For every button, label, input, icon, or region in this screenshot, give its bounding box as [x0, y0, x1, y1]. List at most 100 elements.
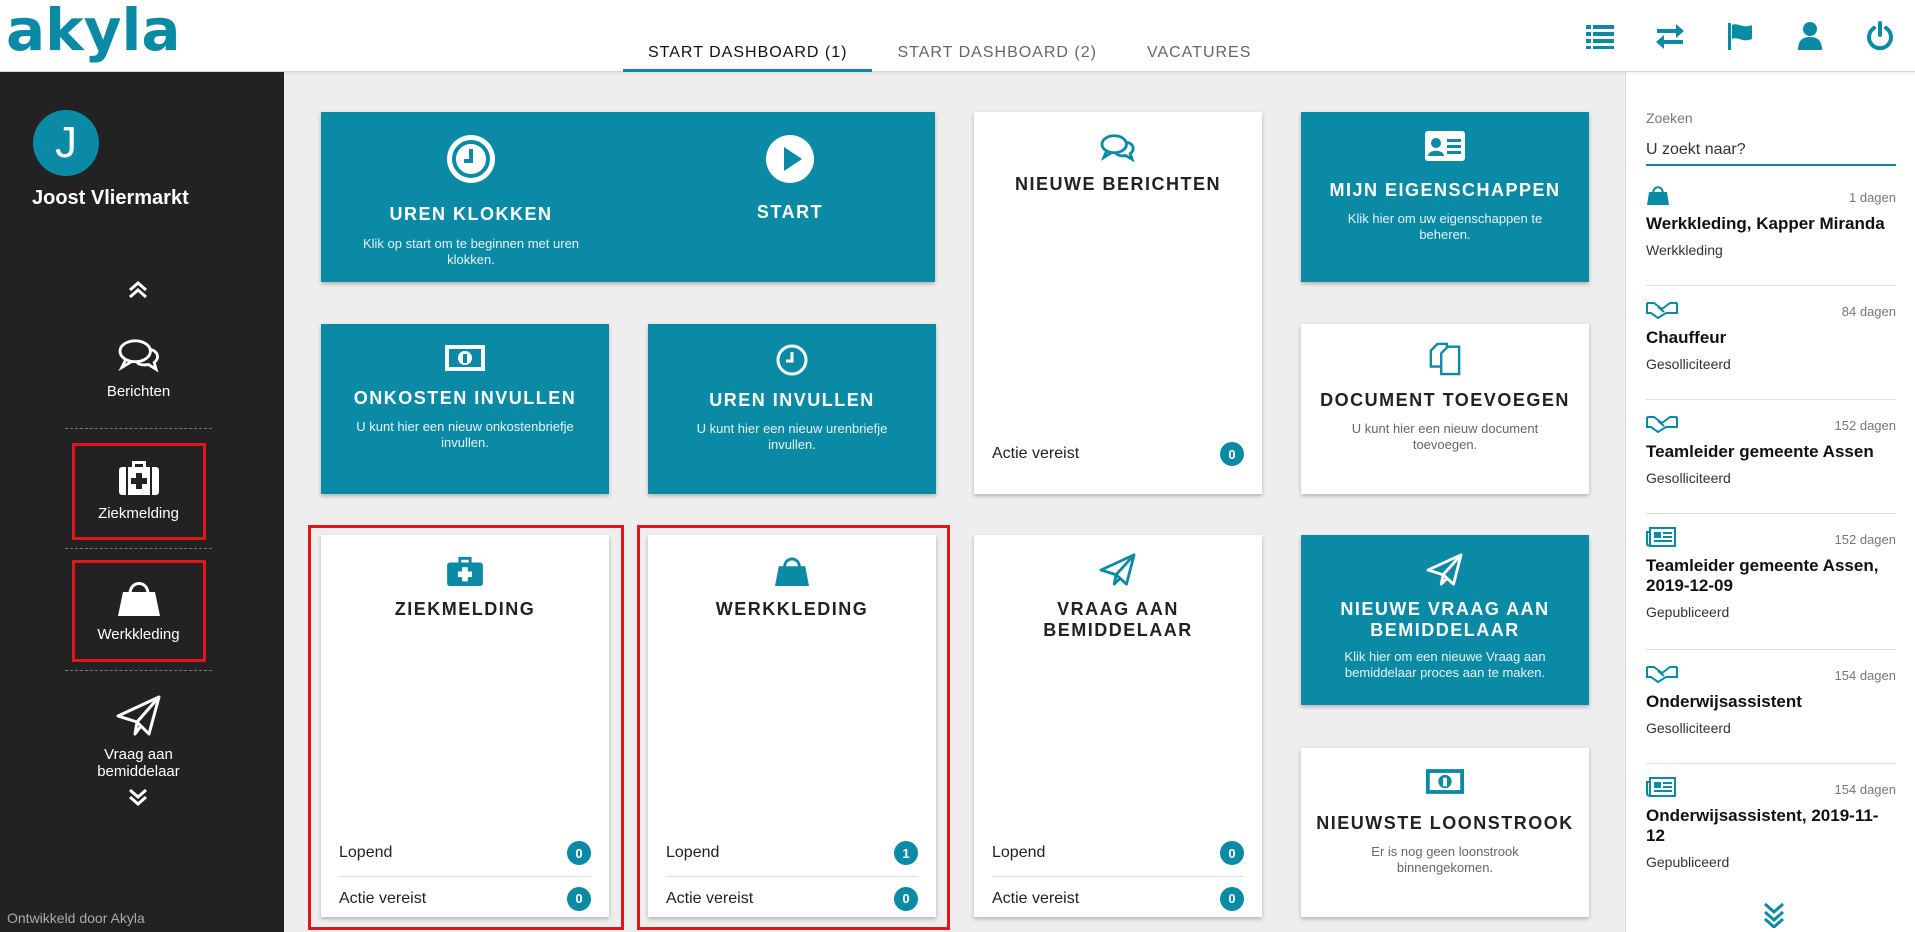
flag-icon[interactable] [1705, 18, 1775, 54]
tile-nieuwe-berichten[interactable]: NIEUWE BERICHTEN Actie vereist 0 [974, 112, 1262, 494]
count-badge: 0 [567, 886, 591, 911]
feed-title: Onderwijsassistent, 2019-11-12 [1646, 806, 1879, 845]
feed-item[interactable]: 152 dagen Teamleider gemeente Assen Geso… [1646, 412, 1896, 514]
avatar[interactable]: J [33, 110, 99, 176]
sidebar-item-label: Vraag aan bemiddelaar [97, 746, 180, 780]
user-icon[interactable] [1775, 18, 1845, 54]
lopend-row[interactable]: Lopend 1 [666, 831, 918, 875]
tile-description: U kunt hier een nieuw onkostenbriefje in… [356, 419, 574, 450]
money-icon [321, 344, 609, 372]
tile-description: Er is nog geen loonstrook binnengekomen. [1371, 844, 1519, 875]
feed-subtitle: Gesolliciteerd [1646, 720, 1731, 736]
sidebar-item-berichten[interactable]: Berichten [65, 337, 212, 400]
paper-plane-icon [1301, 553, 1589, 587]
feed-item[interactable]: 84 dagen Chauffeur Gesolliciteerd [1646, 298, 1896, 400]
shopping-bag-icon [1646, 184, 1670, 211]
power-icon[interactable] [1845, 18, 1915, 54]
handshake-icon [1646, 663, 1678, 688]
paper-plane-icon [974, 553, 1262, 587]
count-badge: 0 [894, 886, 918, 911]
tile-uren-invullen[interactable]: UREN INVULLEN U kunt hier een nieuw uren… [648, 324, 936, 494]
tile-uren-klokken[interactable]: UREN KLOKKEN Klik op start om te beginne… [321, 112, 935, 282]
feed-title: Teamleider gemeente Assen [1646, 442, 1874, 461]
tile-ziekmelding[interactable]: ZIEKMELDING Lopend 0 Actie vereist 0 [321, 535, 609, 917]
tile-title: ZIEKMELDING [394, 599, 536, 619]
action-required-row[interactable]: Actie vereist 0 [339, 876, 591, 920]
tile-mijn-eigenschappen[interactable]: MIJN EIGENSCHAPPEN Klik hier om uw eigen… [1301, 112, 1589, 282]
feed-item[interactable]: 154 dagen Onderwijsassistent, 2019-11-12… [1646, 776, 1896, 894]
sidebar-divider [65, 428, 212, 429]
swap-icon[interactable] [1635, 18, 1705, 54]
feed-item[interactable]: 154 dagen Onderwijsassistent Gesollicite… [1646, 662, 1896, 764]
row-label: Actie vereist [992, 889, 1080, 907]
count-badge: 0 [1220, 886, 1244, 911]
tile-description: U kunt hier een nieuw document toevoegen… [1351, 421, 1539, 452]
feed-days: 154 dagen [1834, 667, 1896, 683]
row-label: Lopend [339, 844, 393, 861]
action-required-row[interactable]: Actie vereist 0 [666, 876, 918, 920]
load-more-chevron-icon[interactable] [1759, 900, 1789, 930]
search-input[interactable] [1646, 136, 1896, 166]
sidebar-item-werkkleding[interactable]: Werkkleding [65, 574, 212, 643]
start-button[interactable]: START [690, 202, 890, 223]
tile-description: U kunt hier een nieuw urenbriefje invull… [696, 421, 888, 452]
clock-icon [648, 344, 936, 376]
tile-title: UREN KLOKKEN [389, 204, 553, 224]
tile-title: UREN INVULLEN [709, 390, 875, 410]
tile-nieuwe-vraag-aan-bemiddelaar[interactable]: NIEUWE VRAAG AAN BEMIDDELAAR Klik hier o… [1301, 535, 1589, 705]
top-bar: akyla START DASHBOARD (1) START DASHBOAR… [0, 0, 1915, 72]
row-label: Lopend [992, 844, 1046, 861]
feed-subtitle: Gesolliciteerd [1646, 356, 1731, 372]
tile-werkkleding[interactable]: WERKKLEDING Lopend 1 Actie vereist 0 [648, 535, 936, 917]
tile-document-toevoegen[interactable]: DOCUMENT TOEVOEGEN U kunt hier een nieuw… [1301, 324, 1589, 494]
sidebar-item-label: Berichten [106, 383, 171, 400]
tile-title: WERKKLEDING [715, 599, 869, 619]
lopend-row[interactable]: Lopend 0 [339, 831, 591, 875]
tile-title: DOCUMENT TOEVOEGEN [1320, 390, 1570, 410]
feed-item[interactable]: 1 dagen Werkkleding, Kapper Miranda Werk… [1646, 184, 1896, 286]
tab-start-dashboard-1[interactable]: START DASHBOARD (1) [623, 40, 873, 72]
tile-description: Klik hier om een nieuwe Vraag aan bemidd… [1344, 649, 1546, 680]
list-icon[interactable] [1565, 18, 1635, 54]
feed-subtitle: Gepubliceerd [1646, 854, 1730, 870]
sidebar-item-label: Werkkleding [97, 626, 180, 643]
tab-start-dashboard-2[interactable]: START DASHBOARD (2) [872, 40, 1121, 72]
paper-plane-icon [65, 694, 212, 738]
chat-icon [974, 132, 1262, 164]
clock-icon [446, 134, 496, 184]
action-required-row[interactable]: Actie vereist 0 [992, 876, 1244, 920]
tile-description: Klik hier om uw eigenschappen te beheren… [1347, 211, 1543, 242]
row-label: Lopend [666, 844, 720, 861]
count-badge: 0 [1220, 841, 1244, 865]
handshake-icon [1646, 299, 1678, 324]
tile-vraag-aan-bemiddelaar[interactable]: VRAAG AAN BEMIDDELAAR Lopend 0 Actie ver… [974, 535, 1262, 917]
tab-vacatures[interactable]: VACATURES [1122, 40, 1276, 72]
newspaper-icon [1646, 776, 1676, 802]
activity-panel: Zoeken 1 dagen Werkkleding, Kapper Miran… [1625, 72, 1915, 932]
row-label: Actie vereist [992, 445, 1080, 462]
play-icon[interactable] [765, 134, 815, 184]
medkit-icon [65, 457, 212, 497]
akyla-logo[interactable]: akyla [6, 0, 181, 64]
sidebar-divider [65, 670, 212, 671]
feed-days: 152 dagen [1834, 531, 1896, 547]
id-card-icon [1301, 130, 1589, 162]
feed-title: Werkkleding, Kapper Miranda [1646, 214, 1885, 233]
lopend-row[interactable]: Lopend 0 [992, 831, 1244, 875]
feed-days: 152 dagen [1834, 417, 1896, 433]
feed-subtitle: Gesolliciteerd [1646, 470, 1731, 486]
feed-item[interactable]: 152 dagen Teamleider gemeente Assen, 201… [1646, 526, 1896, 650]
feed-subtitle: Werkkleding [1646, 242, 1723, 258]
sidebar-item-vraag-aan-bemiddelaar[interactable]: Vraag aan bemiddelaar [65, 694, 212, 780]
feed-title: Chauffeur [1646, 328, 1727, 347]
scroll-down-icon[interactable] [123, 782, 153, 812]
sidebar-item-ziekmelding[interactable]: Ziekmelding [65, 457, 212, 522]
count-badge: 0 [567, 841, 591, 865]
action-required-row[interactable]: Actie vereist 0 [992, 432, 1244, 476]
scroll-up-icon[interactable] [123, 275, 153, 305]
chat-icon [65, 337, 212, 375]
tile-nieuwste-loonstrook[interactable]: NIEUWSTE LOONSTROOK Er is nog geen loons… [1301, 748, 1589, 917]
feed-subtitle: Gepubliceerd [1646, 604, 1730, 620]
tile-onkosten-invullen[interactable]: ONKOSTEN INVULLEN U kunt hier een nieuw … [321, 324, 609, 494]
tile-title: MIJN EIGENSCHAPPEN [1329, 180, 1561, 200]
